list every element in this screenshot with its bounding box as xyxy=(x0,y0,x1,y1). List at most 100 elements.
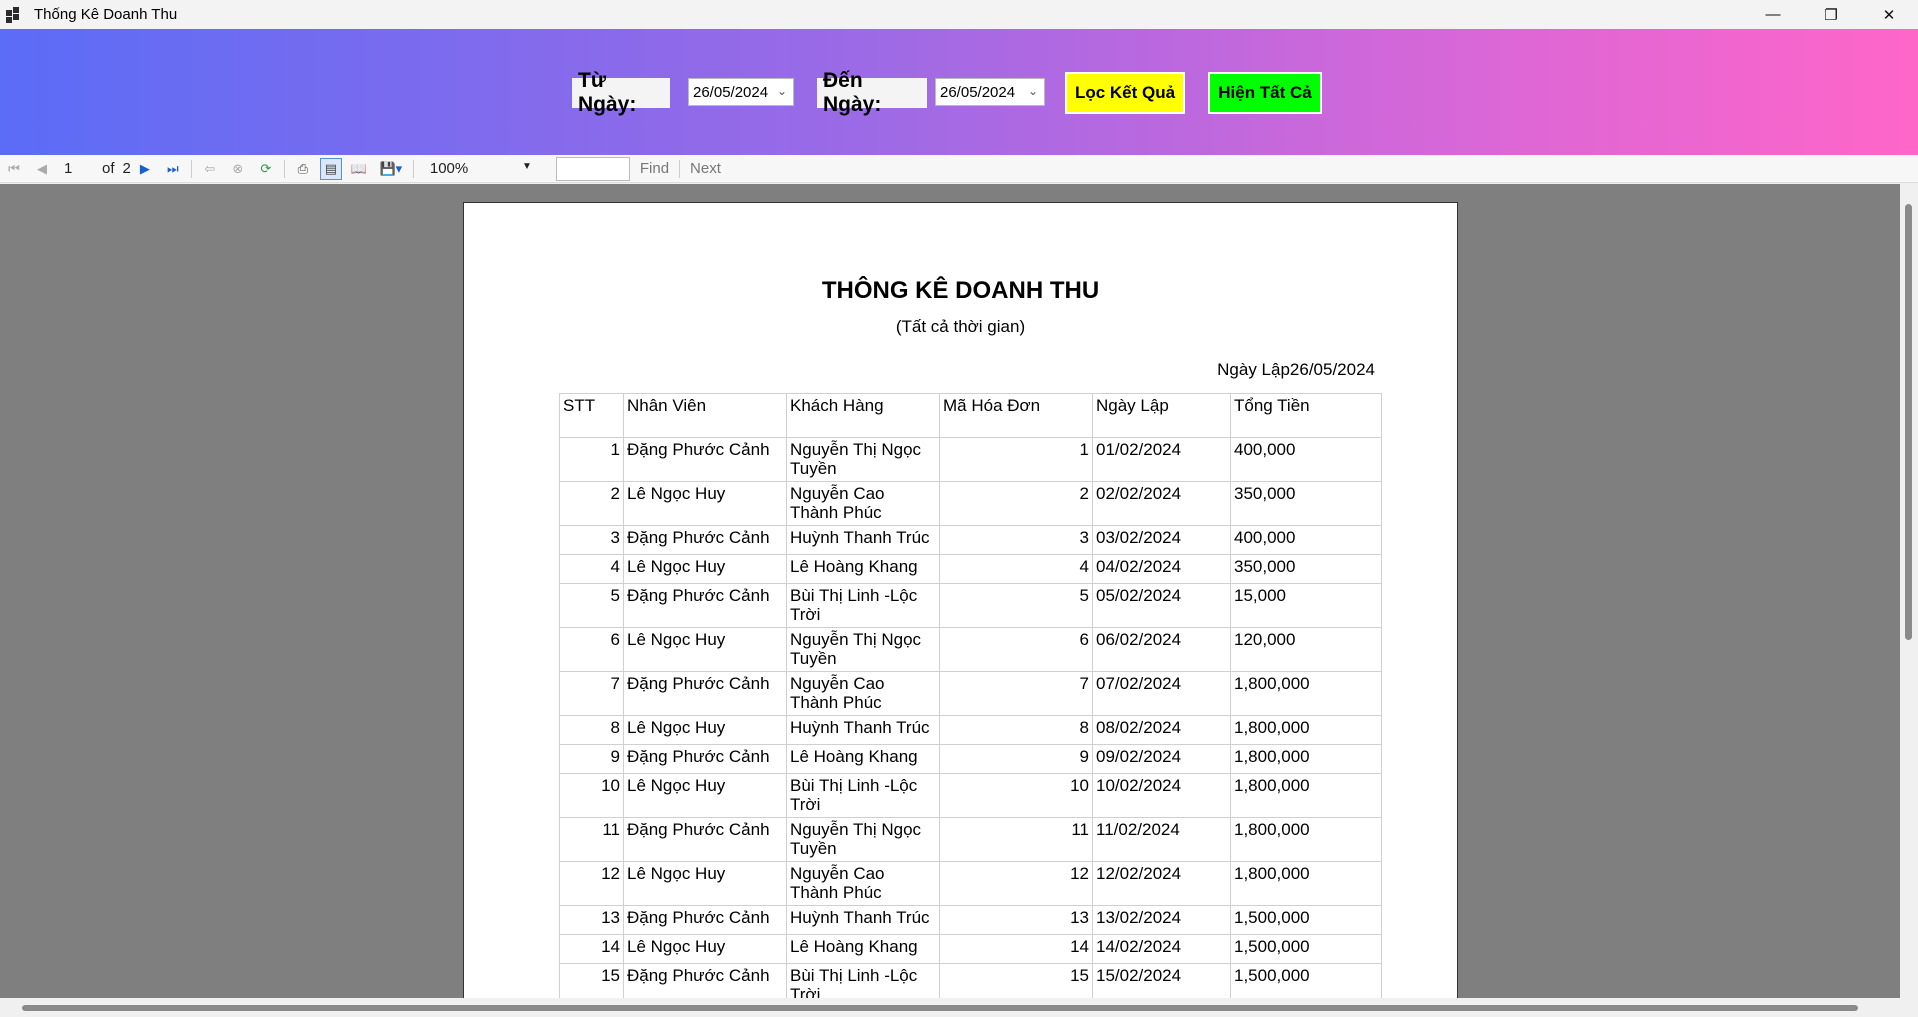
find-input[interactable] xyxy=(555,156,630,181)
toolbar-divider xyxy=(283,159,285,178)
print-icon[interactable]: ⎙ xyxy=(292,158,314,180)
cell-total: 1,500,000 xyxy=(1230,905,1382,935)
export-icon[interactable]: 💾▾ xyxy=(376,158,406,180)
scroll-thumb[interactable] xyxy=(22,1005,1858,1011)
table-row: 4 Lê Ngọc Huy Lê Hoàng Khang 4 04/02/2024 350… xyxy=(559,554,1382,584)
cell-date: 13/02/2024 xyxy=(1092,905,1231,935)
cell-employee: Đặng Phước Cảnh xyxy=(623,817,787,862)
cell-stt: 3 xyxy=(559,525,624,555)
cell-stt: 6 xyxy=(559,627,624,672)
filter-results-button[interactable]: Lọc Kết Quả xyxy=(1065,72,1185,114)
table-row: 12 Lê Ngọc Huy Nguyễn Cao Thành Phúc 12 12/0… xyxy=(559,861,1382,906)
restore-button[interactable]: ❐ xyxy=(1802,0,1860,29)
cell-date: 01/02/2024 xyxy=(1092,437,1231,482)
zoom-value: 100% xyxy=(429,160,469,177)
chevron-down-icon[interactable]: ⌄ xyxy=(777,84,787,98)
revenue-table: STT Nhân Viên Khách Hàng Mã Hóa Đơn Ngày… xyxy=(559,393,1382,998)
total-pages: 2 xyxy=(122,160,131,177)
cell-invoice: 13 xyxy=(939,905,1093,935)
to-date-picker[interactable]: 26/05/2024 ⌄ xyxy=(935,78,1045,106)
page-setup-icon[interactable]: 📖 xyxy=(348,158,370,180)
cell-employee: Đặng Phước Cảnh xyxy=(623,671,787,716)
scroll-thumb[interactable] xyxy=(1905,204,1912,640)
current-page-input[interactable]: 1 xyxy=(60,158,96,180)
cell-date: 03/02/2024 xyxy=(1092,525,1231,555)
previous-page-icon[interactable]: ◀ xyxy=(31,158,53,180)
cell-total: 120,000 xyxy=(1230,627,1382,672)
cell-customer: Lê Hoàng Khang xyxy=(786,934,940,964)
table-row: 7 Đặng Phước Cảnh Nguyễn Cao Thành Phúc 7 07… xyxy=(559,671,1382,716)
to-date-label: Đến Ngày: xyxy=(817,69,927,116)
cell-employee: Đặng Phước Cảnh xyxy=(623,583,787,628)
cell-total: 15,000 xyxy=(1230,583,1382,628)
show-all-button[interactable]: Hiện Tất Cả xyxy=(1208,72,1322,114)
back-icon[interactable]: ⇦ xyxy=(199,158,221,180)
cell-invoice: 7 xyxy=(939,671,1093,716)
from-date-label: Từ Ngày: xyxy=(572,69,670,116)
cell-employee: Lê Ngọc Huy xyxy=(623,934,787,964)
table-row: 1 Đặng Phước Cảnh Nguyễn Thị Ngọc Tuyền 1 01… xyxy=(559,437,1382,482)
cell-stt: 12 xyxy=(559,861,624,906)
cell-employee: Lê Ngọc Huy xyxy=(623,627,787,672)
close-button[interactable]: ✕ xyxy=(1860,0,1918,29)
cell-total: 1,800,000 xyxy=(1230,861,1382,906)
table-header-row: STT Nhân Viên Khách Hàng Mã Hóa Đơn Ngày… xyxy=(559,393,1382,438)
table-row: 11 Đặng Phước Cảnh Nguyễn Thị Ngọc Tuyền 11… xyxy=(559,817,1382,862)
table-row: 14 Lê Ngọc Huy Lê Hoàng Khang 14 14/02/2024 1… xyxy=(559,934,1382,964)
app-icon xyxy=(6,6,22,23)
title-bar: Thống Kê Doanh Thu — ❐ ✕ xyxy=(0,0,1918,29)
cell-invoice: 15 xyxy=(939,963,1093,998)
column-header: Mã Hóa Đơn xyxy=(939,393,1093,438)
find-button[interactable]: Find xyxy=(640,160,669,177)
cell-stt: 10 xyxy=(559,773,624,818)
vertical-scrollbar[interactable] xyxy=(1900,184,1918,998)
toolbar-divider xyxy=(412,159,414,178)
next-page-icon[interactable]: ▶ xyxy=(134,158,156,180)
cell-stt: 11 xyxy=(559,817,624,862)
cell-employee: Đặng Phước Cảnh xyxy=(623,744,787,774)
cell-employee: Đặng Phước Cảnh xyxy=(623,437,787,482)
cell-total: 1,800,000 xyxy=(1230,744,1382,774)
cell-employee: Đặng Phước Cảnh xyxy=(623,525,787,555)
horizontal-scrollbar[interactable] xyxy=(0,998,1900,1017)
cell-customer: Huỳnh Thanh Trúc xyxy=(786,525,940,555)
chevron-down-icon[interactable]: ⌄ xyxy=(1028,84,1038,98)
cell-invoice: 5 xyxy=(939,583,1093,628)
report-page: THÔNG KÊ DOANH THU (Tất cả thời gian) Ng… xyxy=(463,202,1458,998)
to-date-value: 26/05/2024 xyxy=(940,83,1016,101)
cell-total: 1,500,000 xyxy=(1230,963,1382,998)
report-title: THÔNG KÊ DOANH THU xyxy=(821,277,1100,304)
from-date-picker[interactable]: 26/05/2024 ⌄ xyxy=(688,78,794,106)
cell-date: 12/02/2024 xyxy=(1092,861,1231,906)
stop-icon[interactable]: ⊗ xyxy=(227,158,249,180)
cell-employee: Lê Ngọc Huy xyxy=(623,861,787,906)
cell-date: 07/02/2024 xyxy=(1092,671,1231,716)
next-button[interactable]: Next xyxy=(690,160,721,177)
cell-invoice: 9 xyxy=(939,744,1093,774)
table-row: 3 Đặng Phước Cảnh Huỳnh Thanh Trúc 3 03/02/2… xyxy=(559,525,1382,555)
cell-customer: Lê Hoàng Khang xyxy=(786,744,940,774)
first-page-icon[interactable]: ⏮ xyxy=(3,158,25,180)
cell-date: 10/02/2024 xyxy=(1092,773,1231,818)
last-page-icon[interactable]: ⏭ xyxy=(162,158,184,180)
cell-customer: Nguyễn Cao Thành Phúc xyxy=(786,671,940,716)
table-row: 5 Đặng Phước Cảnh Bùi Thị Linh -Lộc Trời 5 0… xyxy=(559,583,1382,628)
cell-date: 02/02/2024 xyxy=(1092,481,1231,526)
cell-employee: Lê Ngọc Huy xyxy=(623,481,787,526)
table-row: 6 Lê Ngọc Huy Nguyễn Thị Ngọc Tuyền 6 06/02/… xyxy=(559,627,1382,672)
page-count: of 2 xyxy=(102,160,131,177)
report-viewer: THÔNG KÊ DOANH THU (Tất cả thời gian) Ng… xyxy=(0,184,1900,998)
cell-date: 11/02/2024 xyxy=(1092,817,1231,862)
refresh-icon[interactable]: ⟳ xyxy=(255,158,277,180)
cell-stt: 15 xyxy=(559,963,624,998)
column-header: Ngày Lập xyxy=(1092,393,1231,438)
minimize-button[interactable]: — xyxy=(1744,0,1802,29)
cell-customer: Bùi Thị Linh -Lộc Trời xyxy=(786,963,940,998)
cell-total: 400,000 xyxy=(1230,525,1382,555)
cell-invoice: 8 xyxy=(939,715,1093,745)
print-layout-icon[interactable]: ▤ xyxy=(319,157,342,180)
cell-customer: Nguyễn Cao Thành Phúc xyxy=(786,861,940,906)
cell-employee: Đặng Phước Cảnh xyxy=(623,963,787,998)
zoom-select[interactable]: 100% ▼ xyxy=(426,158,536,180)
cell-customer: Lê Hoàng Khang xyxy=(786,554,940,584)
